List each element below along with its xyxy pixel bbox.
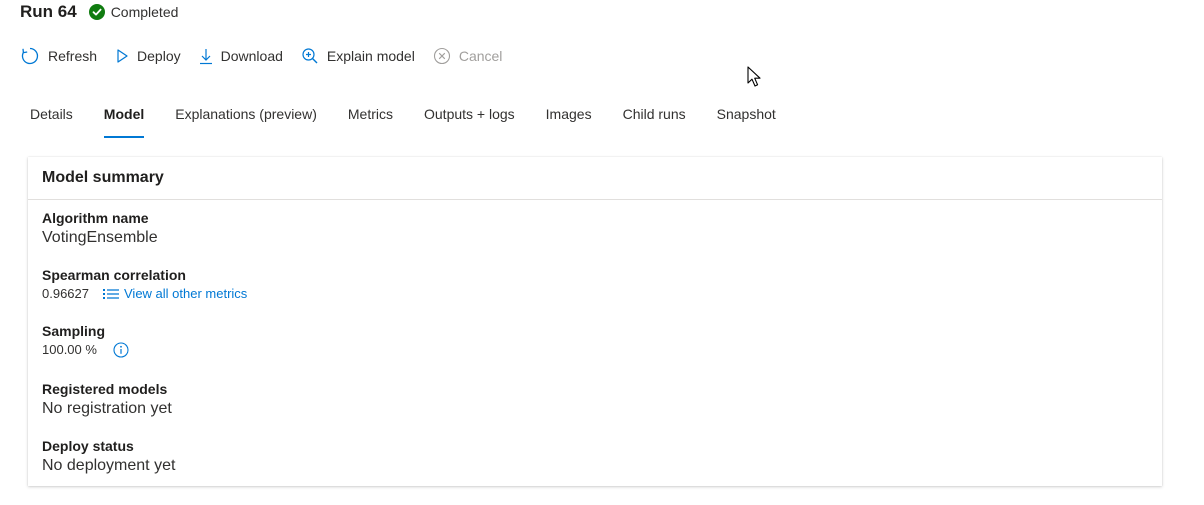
refresh-button[interactable]: Refresh [20,46,97,66]
view-metrics-link[interactable]: View all other metrics [103,284,247,304]
refresh-icon [20,46,48,66]
sampling-field: Sampling 100.00 % [42,322,129,360]
zoom-in-icon [301,47,327,65]
spearman-label: Spearman correlation [42,267,186,283]
tab-child-runs[interactable]: Child runs [623,104,686,128]
view-metrics-label: View all other metrics [124,286,248,301]
algorithm-label: Algorithm name [42,210,149,226]
cancel-label: Cancel [458,48,503,64]
registered-models-field: Registered models No registration yet [42,380,172,420]
info-icon[interactable] [113,342,129,358]
tab-snapshot[interactable]: Snapshot [717,104,776,128]
run-title: Run 64 [20,2,77,21]
status-text: Completed [110,4,179,20]
sampling-value: 100.00 % [42,342,97,357]
tab-details[interactable]: Details [30,104,73,128]
tab-outputs-logs[interactable]: Outputs + logs [424,104,515,128]
tab-images[interactable]: Images [546,104,592,128]
explain-model-label: Explain model [326,48,415,64]
check-circle-icon [88,4,105,20]
deploy-status-value: No deployment yet [42,457,176,474]
download-icon [199,47,221,65]
spearman-value: 0.96627 [42,286,89,301]
algorithm-value: VotingEnsemble [42,229,158,246]
cancel-button[interactable]: Cancel [433,47,503,65]
sampling-label: Sampling [42,323,106,339]
cancel-icon [433,47,459,65]
registered-models-value: No registration yet [42,400,172,417]
sampling-value-row: 100.00 % [42,340,129,360]
run-header: Run 64 Completed [20,0,178,24]
toolbar: Refresh Deploy Download Explain model Ca… [20,44,520,68]
algorithm-field: Algorithm name VotingEnsemble [42,209,158,249]
deploy-status-field: Deploy status No deployment yet [42,437,175,477]
spearman-field: Spearman correlation 0.96627 View all ot… [42,266,247,304]
tab-model[interactable]: Model [103,104,145,138]
explain-model-button[interactable]: Explain model [301,47,415,65]
refresh-label: Refresh [48,48,98,64]
deploy-label: Deploy [137,48,181,64]
tab-metrics[interactable]: Metrics [348,104,393,128]
run-page: Run 64 Completed Refresh Deploy Download… [0,0,1204,505]
registered-models-label: Registered models [42,381,168,397]
list-icon [103,288,124,300]
tab-explanations[interactable]: Explanations (preview) [175,104,317,128]
deploy-status-label: Deploy status [42,438,134,454]
tab-bar: Details Model Explanations (preview) Met… [30,104,807,138]
play-icon [115,48,137,64]
mouse-cursor-icon [746,66,764,93]
deploy-button[interactable]: Deploy [115,48,181,64]
download-button[interactable]: Download [199,47,283,65]
card-title: Model summary [28,157,1162,200]
spearman-value-row: 0.96627 View all other metrics [42,284,247,304]
model-summary-card: Model summary Algorithm name VotingEnsem… [28,157,1162,486]
download-label: Download [220,48,283,64]
